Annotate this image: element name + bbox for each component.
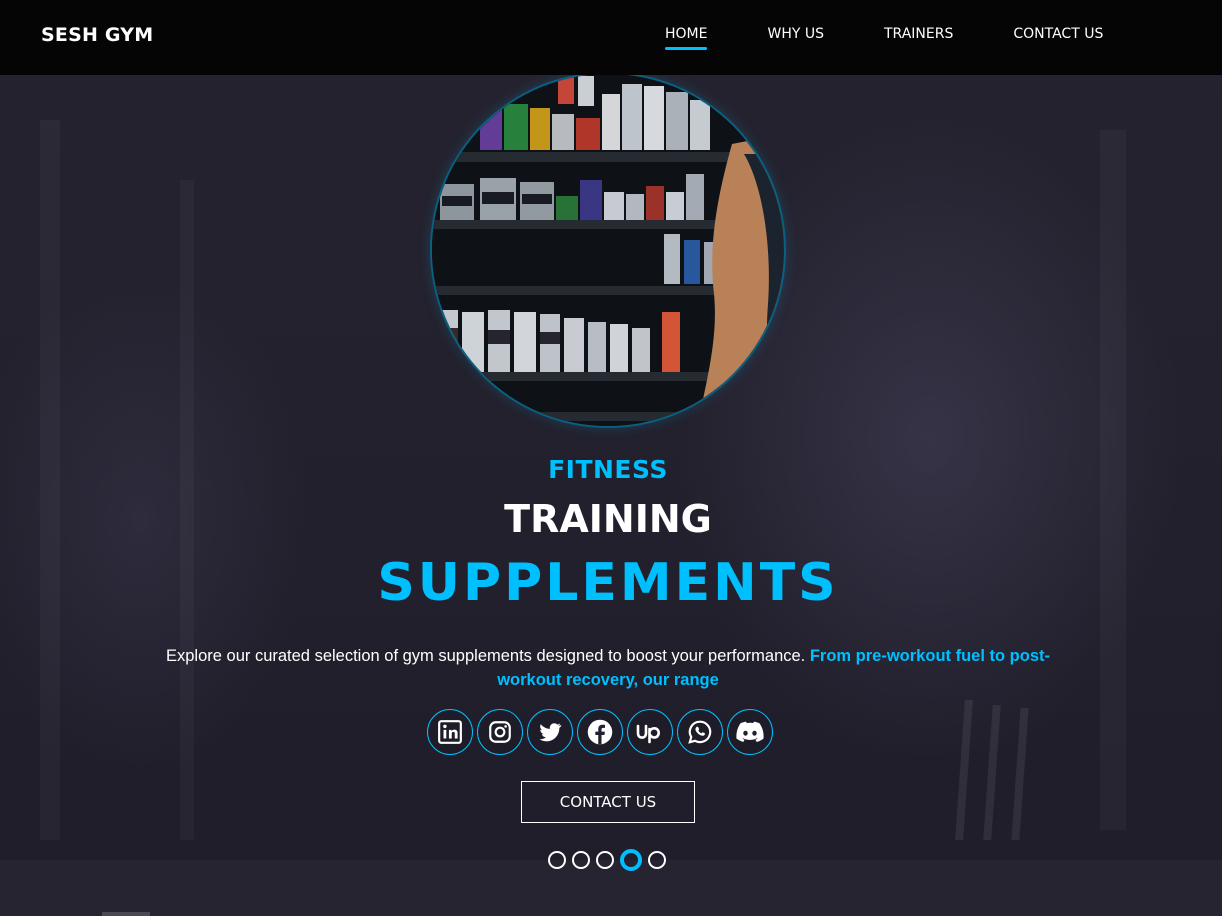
- linkedin-link[interactable]: [427, 709, 473, 755]
- instagram-link[interactable]: [477, 709, 523, 755]
- nav-link-trainers[interactable]: TRAINERS: [884, 26, 953, 42]
- slider-dot-2[interactable]: [572, 851, 590, 869]
- facebook-icon: [587, 719, 613, 745]
- upwork-icon: [636, 724, 661, 744]
- contact-us-button[interactable]: CONTACT US: [521, 781, 695, 823]
- supplement-shelves-illustration: [432, 74, 784, 426]
- horizontal-scrollbar-thumb[interactable]: [102, 912, 150, 916]
- page: SESH GYM HOME WHY US TRAINERS CONTACT US: [0, 0, 1222, 916]
- nav-link-contact-us[interactable]: CONTACT US: [1013, 26, 1103, 42]
- nav-link-why-us[interactable]: WHY US: [767, 26, 824, 42]
- slider-dot-5[interactable]: [648, 851, 666, 869]
- hero-supplement-image: [432, 74, 784, 426]
- whatsapp-icon: [688, 720, 712, 744]
- instagram-icon: [489, 721, 511, 743]
- nav-link-home[interactable]: HOME: [665, 26, 708, 50]
- discord-link[interactable]: [727, 709, 773, 755]
- brand-logo[interactable]: SESH GYM: [41, 24, 153, 46]
- linkedin-icon: [438, 720, 462, 744]
- hero-description-text: Explore our curated selection of gym sup…: [165, 647, 810, 665]
- hero-headline-training: TRAINING: [504, 497, 712, 541]
- twitter-link[interactable]: [527, 709, 573, 755]
- upwork-link[interactable]: [627, 709, 673, 755]
- navbar: SESH GYM HOME WHY US TRAINERS CONTACT US: [0, 0, 1222, 75]
- discord-icon: [736, 721, 764, 742]
- social-links: [427, 709, 773, 755]
- hero-headline-fitness: FITNESS: [548, 455, 668, 484]
- twitter-icon: [539, 723, 562, 742]
- hero-headline-supplements: SUPPLEMENTS: [377, 553, 839, 613]
- background-stripe: [983, 705, 1001, 840]
- whatsapp-link[interactable]: [677, 709, 723, 755]
- nav-links: HOME WHY US TRAINERS CONTACT US: [665, 26, 1103, 50]
- facebook-link[interactable]: [577, 709, 623, 755]
- hero-description: Explore our curated selection of gym sup…: [140, 644, 1076, 692]
- background-stripe: [955, 700, 973, 840]
- background-stripe: [1011, 708, 1029, 840]
- slider-dot-4-active[interactable]: [620, 849, 642, 871]
- slider-dot-3[interactable]: [596, 851, 614, 869]
- slider-dot-1[interactable]: [548, 851, 566, 869]
- slider-dots: [548, 849, 666, 871]
